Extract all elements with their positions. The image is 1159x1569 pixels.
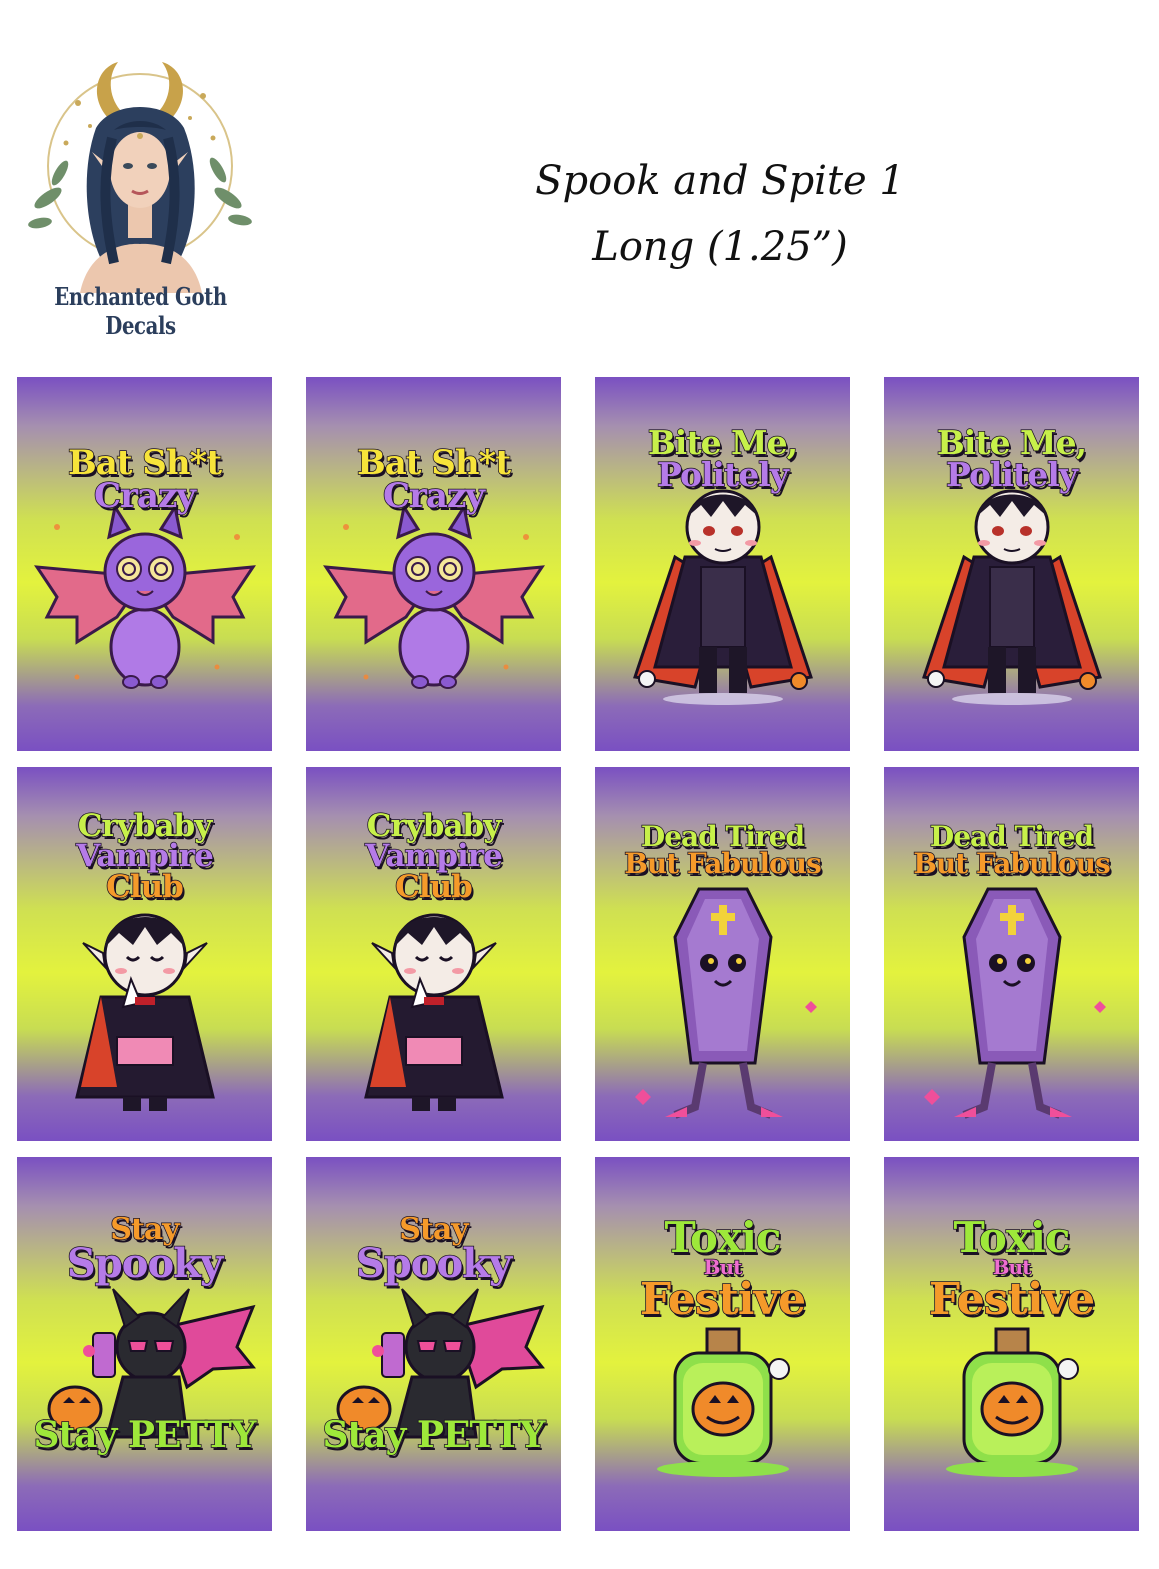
sticker-toxic-but-festive: Toxic But Festive xyxy=(884,1157,1139,1531)
sticker-toxic-but-festive: Toxic But Festive xyxy=(595,1157,850,1531)
sticker-bite-me-politely: Bite Me, Politely xyxy=(884,377,1139,751)
sticker-grid: Bat Sh*t Crazy Bat Sh*t Crazy Bite Me, P… xyxy=(17,377,1139,1531)
sticker-caption: Bite Me, Politely xyxy=(936,423,1088,495)
sticker-caption: Stay Spooky Stay PETTY xyxy=(33,1212,257,1456)
sticker-caption: Dead Tired But Fabulous xyxy=(623,820,822,881)
sticker-caption: Dead Tired But Fabulous xyxy=(912,820,1111,881)
brand-logo: Enchanted Goth Decals xyxy=(18,48,263,340)
page-title: Spook and Spite 1 Long (1.25”) xyxy=(470,148,970,280)
sticker-caption: Stay Spooky Stay PETTY xyxy=(322,1212,546,1456)
sticker-dead-tired-fabulous: Dead Tired But Fabulous xyxy=(884,767,1139,1141)
sticker-bat-crazy: Bat Sh*t Crazy xyxy=(17,377,272,751)
brand-name: Enchanted Goth Decals xyxy=(54,282,227,340)
sticker-caption: Bat Sh*t Crazy xyxy=(356,443,512,517)
sticker-stay-spooky-stay-petty: Stay Spooky Stay PETTY xyxy=(306,1157,561,1531)
purple-bat-icon xyxy=(17,377,272,751)
sticker-crybaby-vampire-club: Crybaby Vampire Club xyxy=(306,767,561,1141)
sticker-crybaby-vampire-club: Crybaby Vampire Club xyxy=(17,767,272,1141)
sticker-dead-tired-fabulous: Dead Tired But Fabulous xyxy=(595,767,850,1141)
sticker-caption: Bat Sh*t Crazy xyxy=(67,443,223,517)
sticker-caption: Toxic But Festive xyxy=(928,1213,1096,1325)
purple-bat-icon xyxy=(306,377,561,751)
sticker-bat-crazy: Bat Sh*t Crazy xyxy=(306,377,561,751)
sticker-bite-me-politely: Bite Me, Politely xyxy=(595,377,850,751)
title-line-1: Spook and Spite 1 xyxy=(535,158,905,204)
sticker-caption: Toxic But Festive xyxy=(639,1213,807,1325)
sticker-caption: Crybaby Vampire Club xyxy=(75,808,214,905)
sticker-caption: Bite Me, Politely xyxy=(647,423,799,495)
title-line-2: Long (1.25”) xyxy=(592,224,848,270)
sticker-caption: Crybaby Vampire Club xyxy=(364,808,503,905)
gothic-woman-portrait-icon xyxy=(28,62,252,293)
sticker-stay-spooky-stay-petty: Stay Spooky Stay PETTY xyxy=(17,1157,272,1531)
